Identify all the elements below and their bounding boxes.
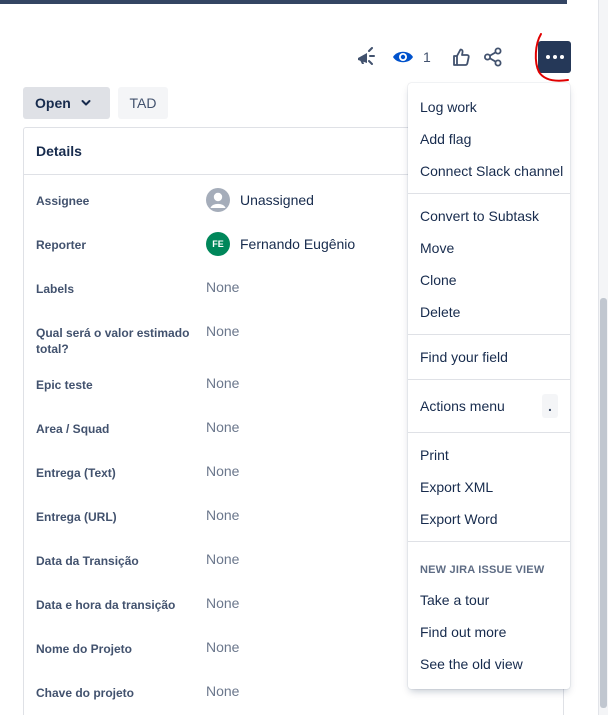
field-label: Area / Squad [36,422,110,436]
menu-section-heading: NEW JIRA ISSUE VIEW [420,564,545,576]
reporter-value[interactable]: FE Fernando Eugênio [206,232,355,256]
menu-item-add-flag[interactable]: Add flag [420,131,471,147]
thumbs-up-icon [452,48,470,66]
field-label: Entrega (URL) [36,510,117,524]
more-actions-button[interactable] [538,41,571,73]
menu-divider [408,432,570,433]
menu-item-print[interactable]: Print [420,447,449,463]
menu-item-connect-slack[interactable]: Connect Slack channel [420,163,563,179]
dot-icon [559,55,564,59]
watch-button[interactable]: 1 [392,49,431,65]
scrollbar-thumb[interactable] [600,298,607,708]
field-value[interactable]: None [206,551,239,567]
menu-divider [408,541,570,542]
menu-item-convert-subtask[interactable]: Convert to Subtask [420,208,539,224]
menu-item-find-field[interactable]: Find your field [420,349,508,365]
eye-icon [393,51,413,63]
top-header-strip [0,0,567,4]
feedback-button[interactable] [350,41,382,73]
assignee-name: Unassigned [240,192,314,208]
menu-item-actions-menu[interactable]: Actions menu [420,398,505,414]
tad-button[interactable]: TAD [118,87,168,119]
field-label: Qual será o valor estimado total? [36,326,190,356]
keyboard-shortcut-badge: . [542,394,558,418]
menu-item-take-tour[interactable]: Take a tour [420,592,489,608]
field-value[interactable]: None [206,683,239,699]
menu-divider [408,193,570,194]
field-label: Chave do projeto [36,686,135,700]
field-value[interactable]: None [206,463,239,479]
field-label: Nome do Projeto [36,642,133,656]
field-label: Reporter [36,238,87,252]
dot-icon [552,55,557,59]
menu-item-delete[interactable]: Delete [420,304,460,320]
dot-icon [545,55,550,59]
assignee-value[interactable]: Unassigned [206,188,314,212]
more-actions-menu: Log work Add flag Connect Slack channel … [408,83,570,689]
menu-item-find-out-more[interactable]: Find out more [420,624,506,640]
field-value[interactable]: None [206,323,239,339]
menu-item-export-xml[interactable]: Export XML [420,479,493,495]
field-value[interactable]: None [206,595,239,611]
menu-item-move[interactable]: Move [420,240,454,256]
field-value[interactable]: None [206,507,239,523]
issue-toolbar: 1 [350,41,571,73]
field-label: Data da Transição [36,554,139,568]
field-label: Epic teste [36,378,93,392]
menu-item-log-work[interactable]: Log work [420,99,477,115]
field-label: Entrega (Text) [36,466,116,480]
field-label: Assignee [36,194,90,208]
chevron-down-icon [81,100,91,106]
reporter-name: Fernando Eugênio [240,236,356,252]
megaphone-icon [358,47,375,65]
field-label: Data e hora da transição [36,598,176,612]
status-label: Open [35,95,71,111]
vote-button[interactable] [445,41,477,73]
reporter-avatar: FE [206,232,230,256]
menu-item-export-word[interactable]: Export Word [420,511,498,527]
menu-divider [408,334,570,335]
page-scrollbar[interactable] [598,0,608,715]
field-value[interactable]: None [206,419,239,435]
status-dropdown-button[interactable]: Open [23,87,110,119]
share-icon [483,47,502,67]
field-label: Labels [36,282,75,296]
share-button[interactable] [477,41,509,73]
menu-divider [408,379,570,380]
menu-item-clone[interactable]: Clone [420,272,457,288]
field-value[interactable]: None [206,639,239,655]
field-value[interactable]: None [206,279,239,295]
watcher-count: 1 [423,49,431,65]
menu-item-old-view[interactable]: See the old view [420,656,523,672]
field-value[interactable]: None [206,375,239,391]
unassigned-avatar-icon [206,188,230,212]
